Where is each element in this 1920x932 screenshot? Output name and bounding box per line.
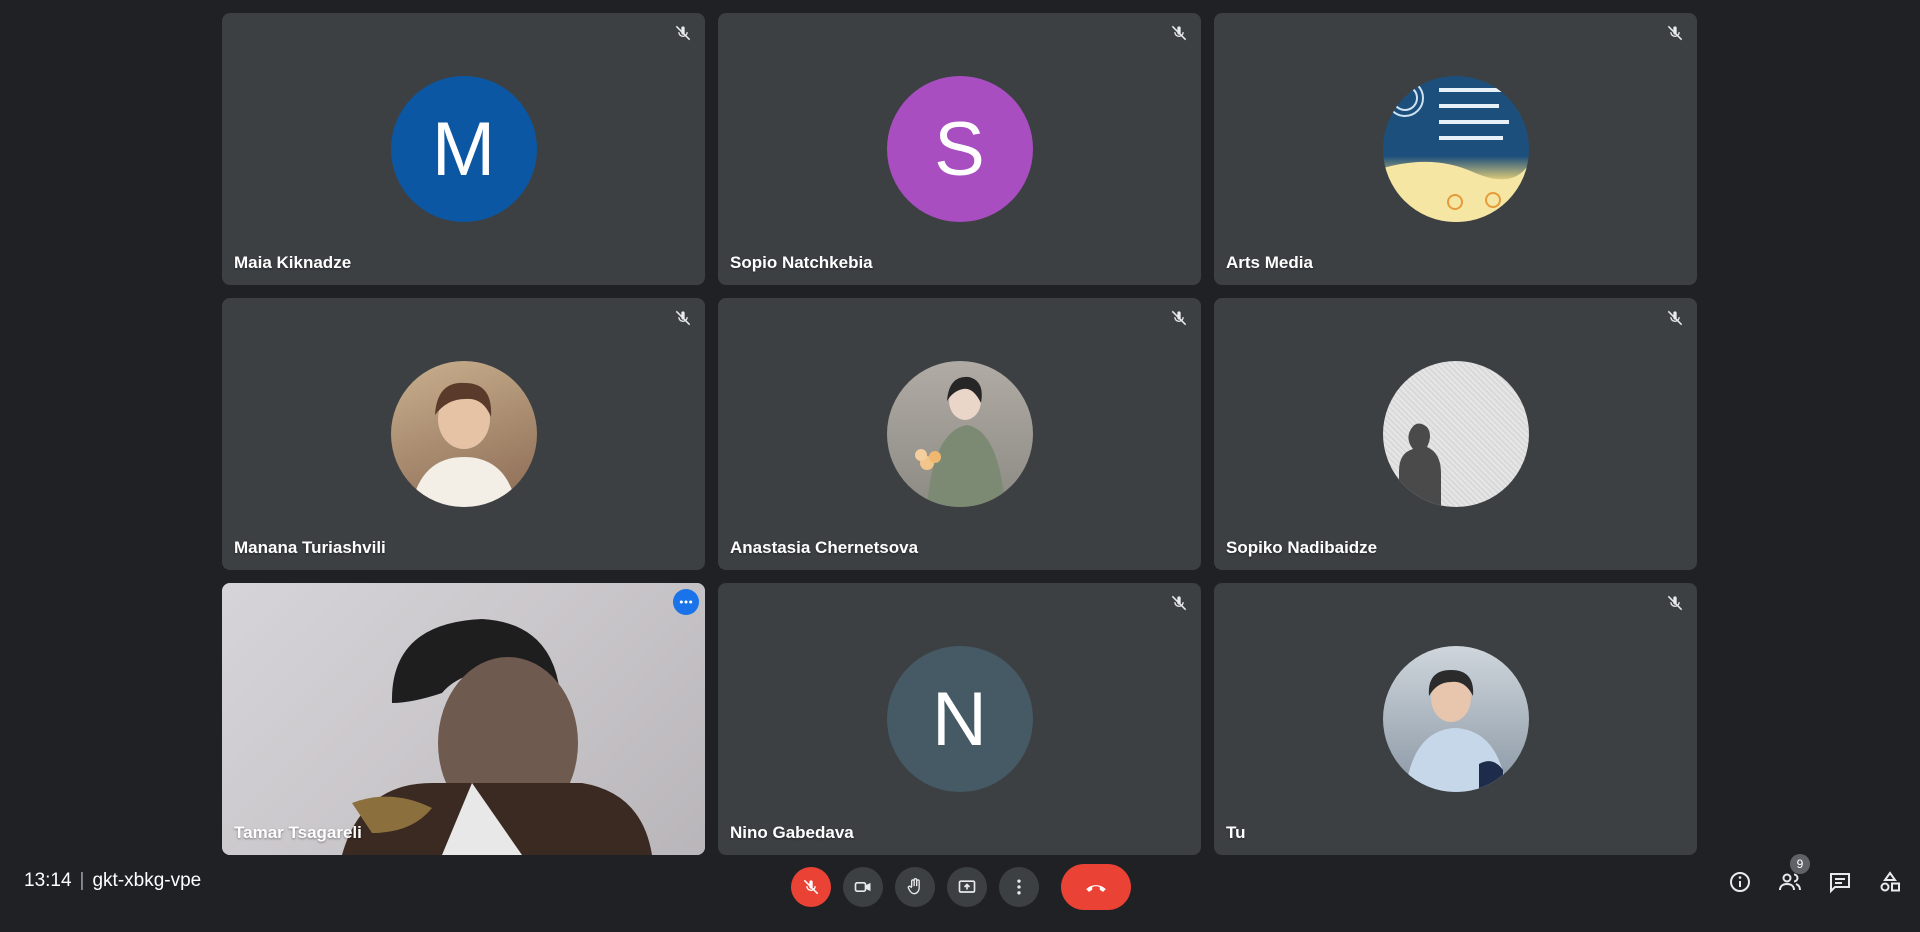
- meeting-details-button[interactable]: [1728, 870, 1752, 894]
- activities-button[interactable]: [1878, 870, 1902, 894]
- present-screen-button[interactable]: [947, 867, 987, 907]
- participant-name: Manana Turiashvili: [234, 538, 386, 557]
- more-vertical-icon: [1017, 879, 1021, 895]
- present-icon: [958, 880, 976, 893]
- video-frame: [342, 619, 652, 855]
- camera-toggle-button[interactable]: [843, 867, 883, 907]
- mic-off-icon: [1171, 595, 1187, 611]
- avatar: [390, 361, 537, 507]
- mic-off-icon: [1171, 310, 1187, 326]
- participant-name: Sopio Natchkebia: [730, 253, 873, 272]
- avatar: M: [390, 76, 537, 222]
- people-button[interactable]: 9: [1778, 854, 1810, 894]
- video-feed: [222, 583, 705, 855]
- participant-name: Anastasia Chernetsova: [730, 538, 919, 557]
- profile-photo: [410, 382, 517, 507]
- profile-photo: [1398, 423, 1441, 507]
- mic-off-icon: [675, 310, 691, 326]
- mic-off-icon: [803, 879, 819, 895]
- shapes-icon: [1880, 871, 1900, 892]
- call-end-icon: [1086, 885, 1106, 892]
- call-controls: [791, 864, 1131, 910]
- participant-name: Arts Media: [1226, 253, 1313, 272]
- avatar: N: [886, 646, 1033, 792]
- participant-name: Sopiko Nadibaidze: [1226, 538, 1378, 557]
- mic-off-icon: [675, 25, 691, 41]
- microphone-toggle-button[interactable]: [791, 867, 831, 907]
- chat-button[interactable]: [1828, 870, 1852, 894]
- more-options-button[interactable]: [673, 589, 699, 615]
- participant-tile[interactable]: Sopiko Nadibaidze: [1214, 298, 1697, 570]
- participant-name: Tu: [1226, 823, 1246, 842]
- profile-photo: [914, 376, 1005, 507]
- chat-icon: [1830, 873, 1850, 894]
- participants-grid: M Maia Kiknadze S Sopio Natchkebia Arts …: [222, 13, 1700, 855]
- videocam-icon: [854, 882, 871, 892]
- more-horizontal-icon: [679, 600, 693, 604]
- participant-tile[interactable]: Manana Turiashvili: [222, 298, 705, 570]
- info-icon: [1730, 872, 1750, 892]
- participant-tile[interactable]: Arts Media: [1214, 13, 1697, 285]
- participant-tile[interactable]: Tu: [1214, 583, 1697, 855]
- meeting-info: 13:14 | gkt-xbkg-vpe: [24, 870, 201, 892]
- avatar: [1382, 76, 1529, 222]
- mic-off-icon: [1667, 595, 1683, 611]
- participant-count-badge: 9: [1790, 854, 1810, 874]
- mic-off-icon: [1171, 25, 1187, 41]
- mic-off-icon: [1667, 25, 1683, 41]
- avatar: [1382, 646, 1529, 792]
- avatar: [1382, 361, 1529, 507]
- meeting-code: gkt-xbkg-vpe: [92, 870, 202, 891]
- profile-photo: [1404, 670, 1507, 792]
- poster-image: [1382, 79, 1529, 222]
- participant-name: Tamar Tsagareli: [234, 823, 362, 842]
- control-bar: 13:14 | gkt-xbkg-vpe 9: [0, 854, 1920, 932]
- participant-tile[interactable]: S Sopio Natchkebia: [718, 13, 1201, 285]
- side-panel-controls: 9: [1728, 854, 1902, 894]
- avatar: [886, 361, 1033, 507]
- participant-name: Maia Kiknadze: [234, 253, 352, 272]
- separator: |: [79, 870, 85, 891]
- raise-hand-button[interactable]: [895, 867, 935, 907]
- participant-tile-active[interactable]: Tamar Tsagareli: [222, 583, 705, 855]
- clock-time: 13:14: [24, 870, 72, 891]
- mic-off-icon: [1667, 310, 1683, 326]
- participant-tile[interactable]: M Maia Kiknadze: [222, 13, 705, 285]
- participant-tile[interactable]: Anastasia Chernetsova: [718, 298, 1201, 570]
- participant-name: Nino Gabedava: [730, 823, 854, 842]
- more-options-button[interactable]: [999, 867, 1039, 907]
- avatar: S: [886, 76, 1033, 222]
- participant-tile[interactable]: N Nino Gabedava: [718, 583, 1201, 855]
- hand-icon: [907, 878, 920, 895]
- leave-call-button[interactable]: [1061, 864, 1131, 910]
